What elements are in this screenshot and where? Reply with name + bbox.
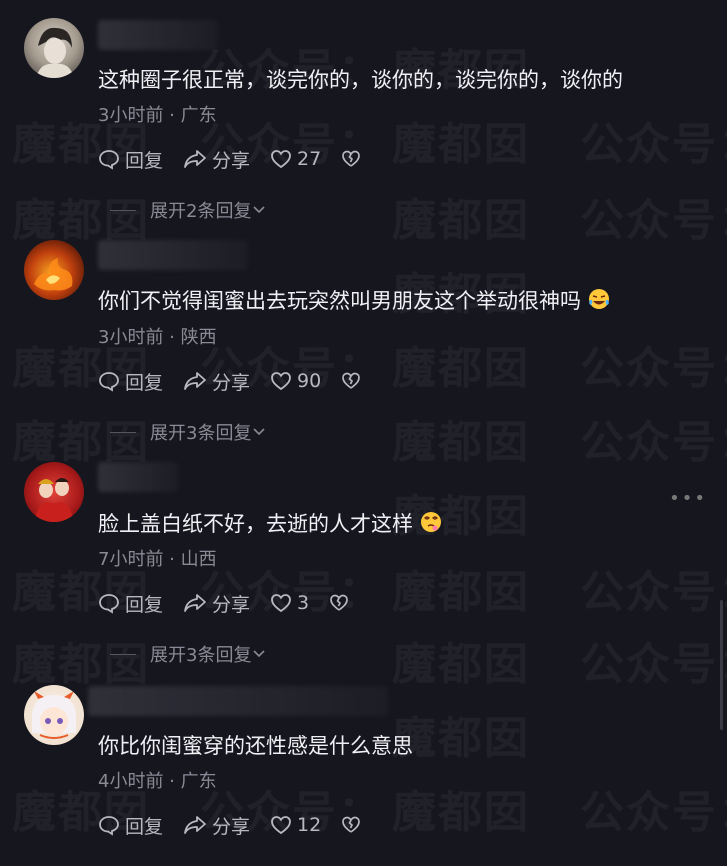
share-label: 分享	[212, 815, 251, 838]
watermark-text: 魔都囡	[392, 567, 530, 618]
reply-button[interactable]: 回复	[98, 146, 163, 173]
scrollbar[interactable]	[720, 600, 723, 730]
share-icon	[184, 372, 206, 390]
watermark-text: 魔都囡	[392, 417, 530, 468]
dislike-button[interactable]	[329, 593, 354, 613]
chevron-down-icon	[253, 650, 266, 658]
expand-replies-button[interactable]: 展开2条回复	[110, 197, 267, 223]
comment-text: 这种圈子很正常，谈完你的，谈你的，谈完你的，谈你的	[98, 68, 623, 92]
watermark-text: 公众号：	[580, 787, 727, 838]
chevron-down-icon	[253, 206, 266, 214]
comment-meta: 3小时前 · 陕西	[98, 327, 217, 348]
share-button[interactable]: 分享	[183, 590, 250, 617]
watermark-text: 公众号：	[580, 567, 727, 618]
reply-label: 回复	[125, 593, 164, 616]
heart-icon	[271, 150, 291, 169]
username-redacted	[98, 20, 218, 50]
heart-icon	[271, 372, 291, 391]
reply-button[interactable]: 回复	[98, 368, 163, 395]
share-icon	[184, 150, 206, 168]
dislike-button[interactable]	[341, 149, 366, 169]
comment-actions: 回复 分享 3	[98, 588, 374, 618]
watermark-text: 魔都囡	[392, 119, 530, 170]
avatar-portrait	[36, 27, 74, 78]
watermark-text: 魔都囡	[392, 343, 530, 394]
comment-meta: 4小时前 · 广东	[98, 771, 217, 792]
watermark-text: 魔都囡	[392, 787, 530, 838]
comment-actions: 回复 分享 27	[98, 144, 386, 174]
username-redacted	[88, 686, 388, 716]
expand-replies-button[interactable]: 展开3条回复	[110, 641, 267, 667]
like-count: 3	[297, 592, 310, 614]
comment-text: 你比你闺蜜穿的还性感是什么意思	[98, 734, 413, 758]
username-redacted	[98, 462, 178, 492]
comment-actions: 回复 分享 12	[98, 810, 386, 840]
dislike-button[interactable]	[341, 815, 366, 835]
like-count: 27	[297, 148, 322, 170]
comment-text: 你们不觉得闺蜜出去玩突然叫男朋友这个举动很神吗	[98, 285, 611, 315]
expand-replies-label: 展开3条回复	[150, 423, 252, 444]
watermark-text: 公众号：	[580, 343, 727, 394]
share-label: 分享	[212, 593, 251, 616]
share-label: 分享	[212, 371, 251, 394]
comment-text: 脸上盖白纸不好，去逝的人才这样	[98, 508, 443, 538]
share-icon	[184, 816, 206, 834]
like-button[interactable]: 12	[270, 814, 321, 836]
like-count: 90	[297, 370, 322, 392]
avatar-anime-girl	[32, 691, 76, 739]
like-count: 12	[297, 814, 322, 836]
comment-actions: 回复 分享 90	[98, 366, 386, 396]
expand-replies-label: 展开3条回复	[150, 645, 252, 666]
reply-icon	[99, 816, 119, 836]
avatar[interactable]	[24, 685, 84, 745]
share-button[interactable]: 分享	[183, 146, 250, 173]
comment-meta: 3小时前 · 广东	[98, 105, 217, 126]
divider-line	[110, 431, 136, 433]
reply-icon	[99, 372, 119, 392]
comment-meta: 7小时前 · 山西	[98, 549, 217, 570]
reply-label: 回复	[125, 149, 164, 172]
reply-label: 回复	[125, 815, 164, 838]
broken-heart-icon	[342, 150, 361, 167]
avatar[interactable]	[24, 240, 84, 300]
broken-heart-icon	[342, 372, 361, 389]
watermark-text: 公众号：	[580, 417, 727, 468]
expand-replies-label: 展开2条回复	[150, 201, 252, 222]
share-label: 分享	[212, 149, 251, 172]
dizzy-face-emoji	[421, 512, 441, 532]
avatar-couple-photo	[34, 478, 74, 522]
broken-heart-icon	[330, 594, 348, 611]
laughing-tears-emoji	[589, 289, 609, 309]
reply-button[interactable]: 回复	[98, 590, 163, 617]
avatar[interactable]	[24, 462, 84, 522]
divider-line	[110, 209, 136, 211]
divider-line	[110, 653, 136, 655]
reply-button[interactable]: 回复	[98, 812, 163, 839]
share-button[interactable]: 分享	[183, 368, 250, 395]
heart-icon	[271, 594, 291, 613]
watermark-text: 魔都囡	[392, 195, 530, 246]
reply-label: 回复	[125, 371, 164, 394]
dislike-button[interactable]	[341, 371, 366, 391]
share-button[interactable]: 分享	[183, 812, 250, 839]
watermark-text: 公众号：	[580, 119, 727, 170]
like-button[interactable]: 3	[270, 592, 309, 614]
like-button[interactable]: 27	[270, 148, 321, 170]
like-button[interactable]: 90	[270, 370, 321, 392]
heart-icon	[271, 816, 291, 835]
expand-replies-button[interactable]: 展开3条回复	[110, 419, 267, 445]
watermark-text: 公众号：	[580, 639, 727, 690]
watermark-text: 魔都囡	[392, 639, 530, 690]
share-icon	[184, 594, 206, 612]
more-options-icon[interactable]: •••	[669, 488, 707, 509]
reply-icon	[99, 150, 119, 170]
watermark-text: 公众号：	[580, 195, 727, 246]
avatar-fire-dragon	[34, 258, 73, 291]
avatar[interactable]	[24, 18, 84, 78]
chevron-down-icon	[253, 428, 266, 436]
broken-heart-icon	[342, 816, 361, 833]
reply-icon	[99, 594, 119, 614]
username-redacted	[98, 240, 248, 270]
